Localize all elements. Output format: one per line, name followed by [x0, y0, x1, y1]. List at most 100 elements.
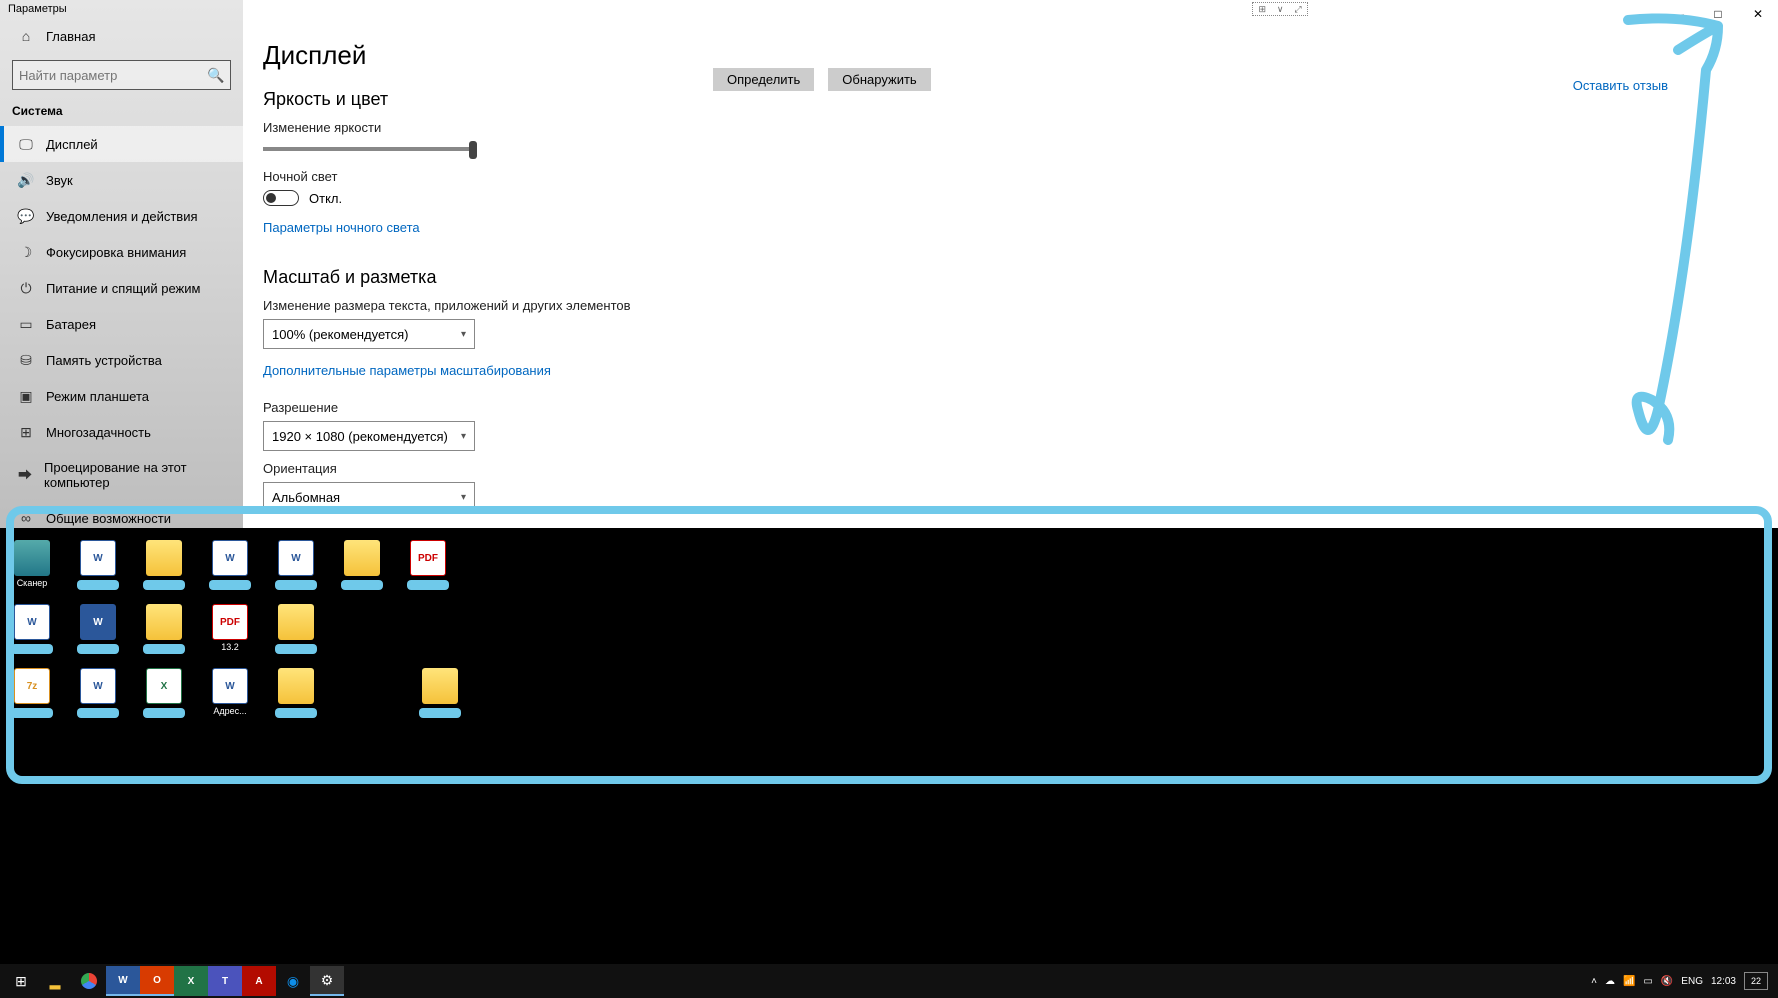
language-indicator[interactable]: ENG [1681, 976, 1703, 987]
volume-icon[interactable]: 🔇 [1661, 976, 1673, 987]
taskbar-excel[interactable]: X [174, 966, 208, 996]
desktop-icon-label: 13.2 [221, 642, 239, 652]
tray-expand-icon[interactable]: ˄ [1591, 976, 1597, 987]
word-icon: W [80, 540, 116, 576]
detect-button[interactable]: Обнаружить [828, 68, 930, 91]
desktop-icon[interactable]: W [272, 540, 320, 590]
close-button[interactable]: ✕ [1738, 0, 1778, 28]
wifi-icon[interactable]: 📶 [1623, 976, 1635, 987]
identify-button[interactable]: Определить [713, 68, 814, 91]
folder-icon [422, 668, 458, 704]
redaction-smudge [11, 708, 53, 718]
minimize-button[interactable]: — [1658, 0, 1698, 28]
sidebar-item-sound[interactable]: 🔊 Звук [0, 162, 243, 198]
desktop-icon[interactable]: Сканер [8, 540, 56, 590]
orientation-label: Ориентация [263, 461, 1758, 476]
taskbar-explorer[interactable]: ▂ [38, 966, 72, 996]
desktop-icon[interactable] [338, 540, 386, 590]
redaction-smudge [77, 580, 119, 590]
desktop-icon[interactable]: W [74, 668, 122, 718]
taskbar-teams[interactable]: T [208, 966, 242, 996]
sidebar-item-label: Многозадачность [46, 425, 151, 440]
projecting-icon: ⮕ [18, 467, 32, 483]
onedrive-icon[interactable]: ☁ [1605, 976, 1615, 987]
redaction-smudge [143, 644, 185, 654]
taskbar-outlook[interactable]: O [140, 966, 174, 996]
sound-icon: 🔊 [18, 172, 34, 188]
desktop-icon[interactable]: W [74, 540, 122, 590]
sidebar: Параметры ⌂ Главная 🔍 Система 🖵 Дисплей … [0, 0, 243, 528]
advanced-scaling-link[interactable]: Дополнительные параметры масштабирования [263, 363, 551, 378]
taskbar-clock[interactable]: 12:03 [1711, 976, 1736, 987]
desktop-icon[interactable]: W [206, 540, 254, 590]
redaction-smudge [275, 644, 317, 654]
shared-icon: ∞ [18, 510, 34, 526]
redaction-smudge [275, 708, 317, 718]
sidebar-item-label: Дисплей [46, 137, 98, 152]
sidebar-item-label: Режим планшета [46, 389, 149, 404]
folder-icon [278, 604, 314, 640]
nightlight-settings-link[interactable]: Параметры ночного света [263, 220, 420, 235]
scale-value: 100% (рекомендуется) [272, 327, 408, 342]
start-button[interactable]: ⊞ [4, 966, 38, 996]
desktop-icon[interactable]: W [74, 604, 122, 654]
toggle-knob [266, 193, 276, 203]
home-icon: ⌂ [18, 28, 34, 44]
sidebar-item-projecting[interactable]: ⮕ Проецирование на этот компьютер [0, 450, 243, 500]
search-input[interactable] [19, 68, 208, 83]
action-center-button[interactable]: 22 [1744, 972, 1768, 990]
desktop-icon[interactable]: WАдрес... [206, 668, 254, 718]
sidebar-item-battery[interactable]: ▭ Батарея [0, 306, 243, 342]
taskbar-chrome[interactable] [72, 966, 106, 996]
nightlight-toggle[interactable] [263, 190, 299, 206]
sidebar-item-power[interactable]: ⏻ Питание и спящий режим [0, 270, 243, 306]
desktop-icon[interactable]: X [140, 668, 188, 718]
scanner-icon [14, 540, 50, 576]
battery-icon[interactable]: ▭ [1643, 976, 1652, 987]
brightness-slider[interactable] [263, 147, 473, 151]
resolution-label: Разрешение [263, 400, 1758, 415]
sidebar-item-display[interactable]: 🖵 Дисплей [0, 126, 243, 162]
maximize-button[interactable]: □ [1698, 0, 1738, 28]
desktop-icon[interactable] [272, 604, 320, 654]
sidebar-item-tablet[interactable]: ▣ Режим планшета [0, 378, 243, 414]
sidebar-search[interactable]: 🔍 [12, 60, 231, 90]
orientation-dropdown[interactable]: Альбомная ▾ [263, 482, 475, 512]
sidebar-item-notifications[interactable]: 💬 Уведомления и действия [0, 198, 243, 234]
settings-window: Параметры ⌂ Главная 🔍 Система 🖵 Дисплей … [0, 0, 1778, 528]
resolution-dropdown[interactable]: 1920 × 1080 (рекомендуется) ▾ [263, 421, 475, 451]
redaction-smudge [419, 708, 461, 718]
feedback-link[interactable]: Оставить отзыв [1573, 78, 1668, 93]
desktop-icon[interactable]: 7z [8, 668, 56, 718]
word-icon: W [212, 540, 248, 576]
sidebar-item-focus[interactable]: ☽ Фокусировка внимания [0, 234, 243, 270]
folder-icon [278, 668, 314, 704]
display-icon: 🖵 [18, 136, 34, 152]
sidebar-item-storage[interactable]: ⛁ Память устройства [0, 342, 243, 378]
sidebar-item-label: Общие возможности [46, 511, 171, 526]
window-title: Параметры [0, 0, 243, 18]
chevron-down-icon: ▾ [461, 329, 466, 340]
scale-dropdown[interactable]: 100% (рекомендуется) ▾ [263, 319, 475, 349]
desktop[interactable]: СканерWWWPDF WWPDF13.2 7zWXWАдрес... [0, 528, 1778, 788]
desktop-icon[interactable]: PDF [404, 540, 452, 590]
desktop-icon[interactable] [272, 668, 320, 718]
nightlight-label: Ночной свет [263, 169, 1758, 184]
desktop-icon[interactable] [140, 540, 188, 590]
resolution-value: 1920 × 1080 (рекомендуется) [272, 429, 448, 444]
taskbar-acrobat[interactable]: A [242, 966, 276, 996]
power-icon: ⏻ [18, 280, 34, 296]
zip-icon: 7z [14, 668, 50, 704]
redaction-smudge [209, 580, 251, 590]
taskbar-teamviewer[interactable]: ◉ [276, 966, 310, 996]
desktop-icon[interactable]: PDF13.2 [206, 604, 254, 654]
desktop-icon[interactable] [140, 604, 188, 654]
sidebar-item-label: Питание и спящий режим [46, 281, 200, 296]
desktop-icon[interactable]: W [8, 604, 56, 654]
taskbar-word[interactable]: W [106, 966, 140, 996]
taskbar-settings[interactable]: ⚙ [310, 966, 344, 996]
sidebar-item-multitask[interactable]: ⊞ Многозадачность [0, 414, 243, 450]
slider-thumb[interactable] [469, 141, 477, 159]
sidebar-home[interactable]: ⌂ Главная [0, 18, 243, 54]
desktop-icon[interactable] [416, 668, 464, 718]
